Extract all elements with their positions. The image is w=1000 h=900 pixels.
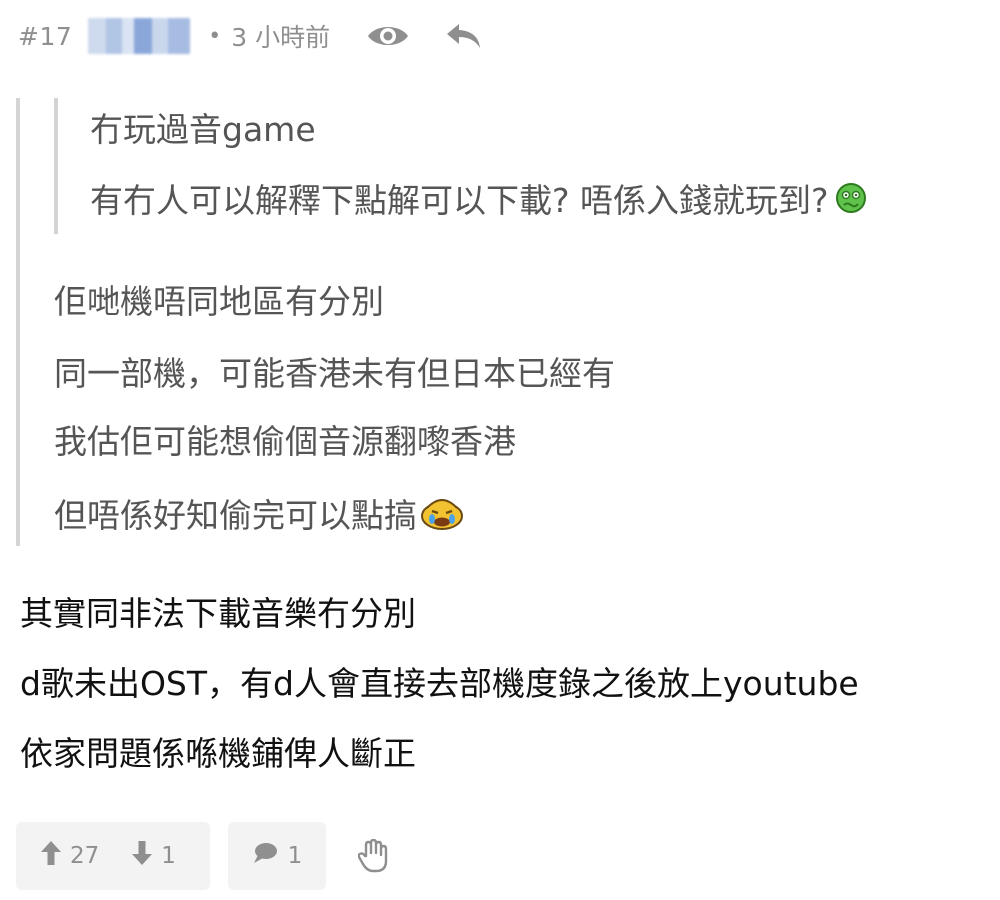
- nested-quote-block: 冇玩過音game 有冇人可以解釋下點解可以下載? 唔係入錢就玩到?: [54, 98, 978, 234]
- arrow-down-icon: [131, 840, 153, 872]
- downvote-count: 1: [161, 843, 176, 869]
- upvote-button[interactable]: 27: [40, 840, 99, 872]
- post-time: 3 小時前: [231, 23, 331, 52]
- hand-stop-icon[interactable]: [358, 839, 388, 873]
- crying-emoji-icon: [419, 494, 465, 541]
- nested-quote-line-with-emoji: 有冇人可以解釋下點解可以下載? 唔係入錢就玩到?: [90, 181, 867, 223]
- post-body-line: d歌未出OST，有d人會直接去部機度錄之後放上youtube: [20, 664, 859, 703]
- quote-line: 佢哋機唔同地區有分別: [54, 282, 384, 321]
- nested-quote-line: 冇玩過音game: [90, 110, 316, 149]
- separator-dot: •: [208, 23, 222, 49]
- quote-line-with-emoji: 但唔係好知偷完可以點搞: [54, 494, 465, 541]
- quote-line: 但唔係好知偷完可以點搞: [54, 496, 417, 535]
- arrow-up-icon: [40, 840, 62, 872]
- downvote-button[interactable]: 1: [131, 840, 176, 872]
- upvote-count: 27: [70, 843, 100, 869]
- post-number: #17: [18, 21, 73, 51]
- quote-block: 冇玩過音game 有冇人可以解釋下點解可以下載? 唔係入錢就玩到? 佢哋機唔同地…: [16, 98, 980, 546]
- quote-line: 同一部機，可能香港未有但日本已經有: [54, 354, 615, 393]
- green-sick-emoji-icon: [835, 182, 867, 223]
- post-body-line: 其實同非法下載音樂冇分別: [20, 594, 416, 633]
- comment-icon: [252, 842, 278, 870]
- reply-arrow-icon[interactable]: [446, 22, 482, 50]
- quote-line: 我估佢可能想偷個音源翻嚟香港: [54, 422, 516, 461]
- nested-quote-line: 有冇人可以解釋下點解可以下載? 唔係入錢就玩到?: [90, 181, 829, 220]
- post-header: #17 • 3 小時前: [18, 14, 482, 58]
- username-blurred[interactable]: [88, 18, 191, 54]
- vote-box: 27 1: [16, 822, 210, 890]
- comment-button[interactable]: 1: [228, 822, 326, 890]
- post-body-line: 依家問題係喺機鋪俾人斷正: [20, 734, 416, 773]
- comment-count: 1: [287, 843, 303, 869]
- post-action-bar: 27 1 1: [16, 822, 388, 890]
- eye-icon[interactable]: [366, 21, 410, 51]
